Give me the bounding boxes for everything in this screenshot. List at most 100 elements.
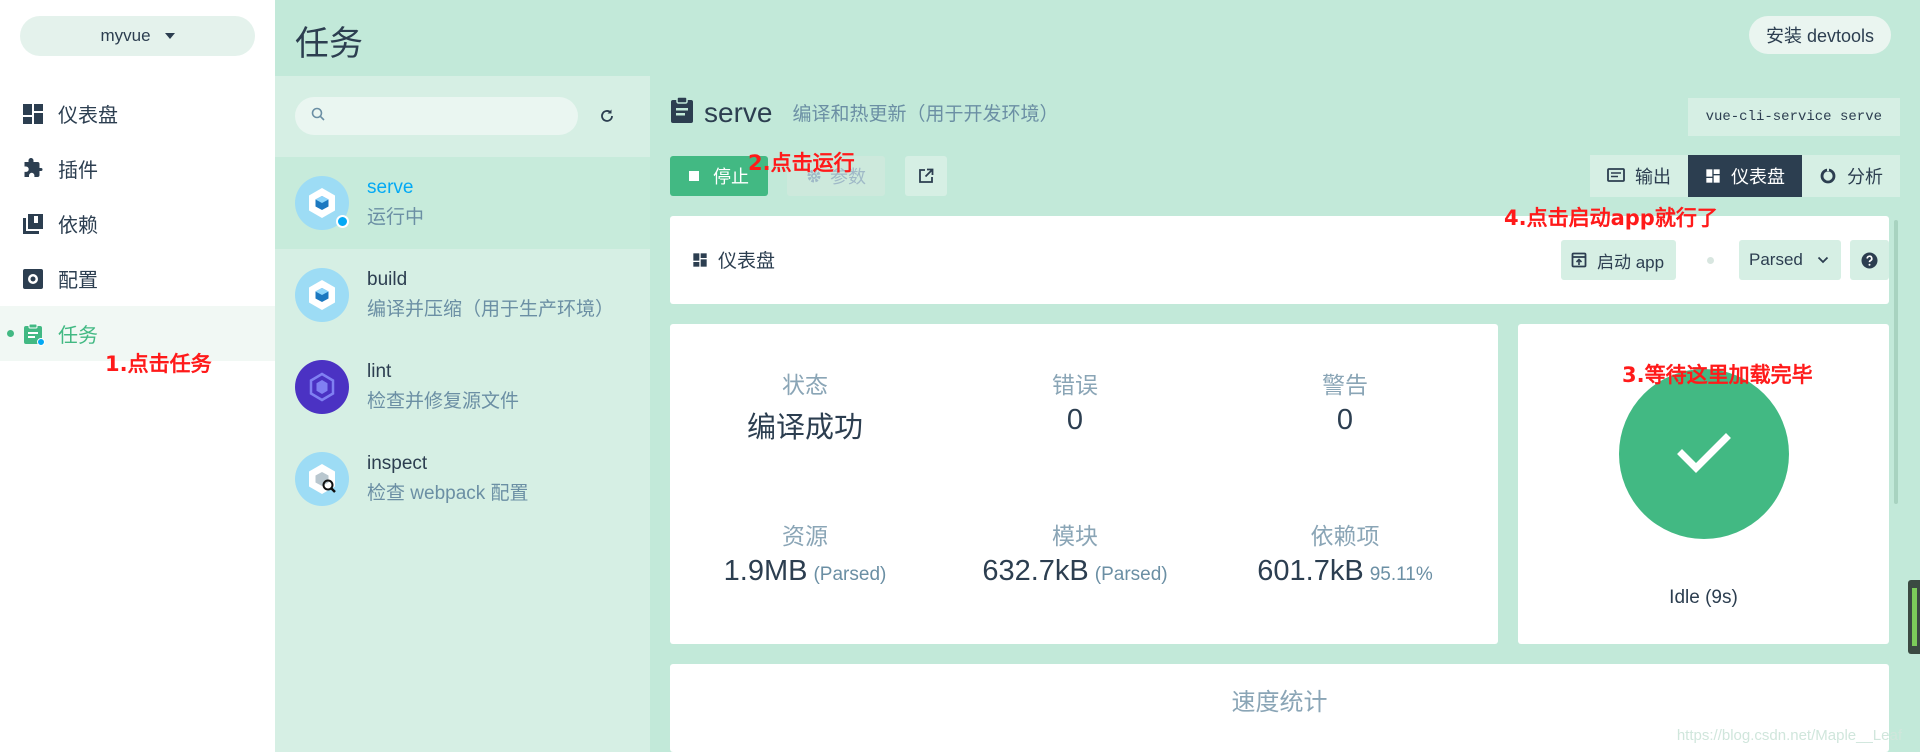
speed-stats-title: 速度统计 <box>1231 689 1328 716</box>
dashboard-icon <box>20 101 46 127</box>
open-in-browser-button[interactable] <box>905 156 947 196</box>
nav-label: 任务 <box>58 325 98 347</box>
dashboard-label-text: 仪表盘 <box>718 251 776 272</box>
task-name: serve <box>367 177 414 198</box>
task-list-panel: serve 运行中 build 编译并压缩（用于生产环境） lint 检查并修复… <box>275 76 650 752</box>
task-item-serve[interactable]: serve 运行中 <box>275 157 650 249</box>
nav-item-dashboard[interactable]: 仪表盘 <box>0 86 275 141</box>
separator-dot <box>1707 257 1714 264</box>
task-item-lint[interactable]: lint 检查并修复源文件 <box>275 341 650 433</box>
refresh-icon <box>601 109 613 122</box>
search-box[interactable] <box>295 97 578 135</box>
view-tabs: 输出 仪表盘 分析 <box>1590 155 1900 197</box>
task-subtitle: 编译和热更新（用于开发环境） <box>792 104 1059 125</box>
start-app-label: 启动 app <box>1597 252 1665 272</box>
project-name: myvue <box>100 26 151 45</box>
tab-label: 分析 <box>1847 167 1883 187</box>
scrollbar-thumb[interactable] <box>1894 220 1898 504</box>
help-icon <box>1861 252 1878 268</box>
annotation-4: 4.点击启动app就行了 <box>1504 206 1718 230</box>
clipboard-icon <box>670 96 694 129</box>
dashboard-label: 仪表盘 <box>692 246 775 273</box>
running-status-dot <box>336 215 349 228</box>
dashboard-icon <box>692 252 708 268</box>
caret-down-icon <box>164 33 175 39</box>
top-bar: 任务 安装 devtools <box>275 0 1920 76</box>
search-input[interactable] <box>333 107 563 125</box>
task-desc: 检查并修复源文件 <box>367 391 520 412</box>
task-header: serve 编译和热更新（用于开发环境） <box>670 96 1058 129</box>
tab-output[interactable]: 输出 <box>1590 155 1688 197</box>
refresh-button[interactable] <box>595 104 619 128</box>
help-button[interactable] <box>1850 240 1889 280</box>
status-text: Idle (9s) <box>1669 587 1738 608</box>
chevron-down-icon <box>1817 256 1829 264</box>
annotation-2: 2.点击运行 <box>748 151 855 175</box>
task-desc: 运行中 <box>367 207 425 228</box>
annotation-3: 3.等待这里加载完毕 <box>1622 363 1813 387</box>
library-icon <box>20 211 46 237</box>
task-name: build <box>367 269 408 290</box>
eslint-icon <box>295 360 349 414</box>
active-indicator <box>7 330 14 337</box>
stat-dependencies: 依赖项 601.7kB 95.11% <box>1210 517 1480 588</box>
stat-value: 632.7kB <box>982 555 1089 587</box>
terminal-icon <box>1607 168 1625 184</box>
stat-status: 状态 编译成功 <box>670 366 940 446</box>
stat-unit: (Parsed) <box>1094 564 1168 585</box>
stat-label: 警告 <box>1322 372 1368 398</box>
stat-modules: 模块 632.7kB (Parsed) <box>940 517 1210 588</box>
annotation-1: 1.点击任务 <box>105 352 212 376</box>
stat-label: 状态 <box>782 372 828 398</box>
task-desc: 检查 webpack 配置 <box>367 483 529 504</box>
task-item-build[interactable]: build 编译并压缩（用于生产环境） <box>275 249 650 341</box>
stat-assets: 资源 1.9MB (Parsed) <box>670 517 940 588</box>
build-stats-card: 状态 编译成功 错误 0 警告 0 资源 1.9MB (Parsed) 模块 63… <box>670 324 1498 644</box>
tab-label: 仪表盘 <box>1731 167 1785 187</box>
tab-dashboard[interactable]: 仪表盘 <box>1688 155 1802 197</box>
status-circle <box>1619 369 1789 539</box>
page-title: 任务 <box>295 25 363 63</box>
webpack-search-icon <box>295 452 349 506</box>
stat-value: 0 <box>1066 404 1084 436</box>
stat-label: 模块 <box>1052 523 1098 549</box>
webpack-icon <box>295 176 349 230</box>
nav-item-dependencies[interactable]: 依赖 <box>0 196 275 251</box>
side-meter-widget <box>1908 580 1920 654</box>
task-details: serve 编译和热更新（用于开发环境） vue-cli-service ser… <box>650 76 1920 752</box>
dashboard-icon <box>1705 168 1721 184</box>
webpack-icon <box>295 268 349 322</box>
stop-icon <box>689 171 699 181</box>
start-app-button[interactable]: 启动 app <box>1561 240 1677 280</box>
puzzle-icon <box>20 156 46 182</box>
task-title: serve <box>704 96 773 128</box>
nav-item-plugins[interactable]: 插件 <box>0 141 275 196</box>
nav-item-config[interactable]: 配置 <box>0 251 275 306</box>
stat-value: 编译成功 <box>746 412 863 444</box>
nav-label: 配置 <box>58 270 98 292</box>
external-link-icon <box>919 168 934 183</box>
donut-icon <box>1819 167 1837 185</box>
nav-label: 仪表盘 <box>58 105 118 127</box>
nav-label: 插件 <box>58 160 98 182</box>
open-app-icon <box>1571 252 1587 268</box>
stat-label: 依赖项 <box>1310 523 1380 549</box>
stat-errors: 错误 0 <box>940 366 1210 437</box>
settings-icon <box>20 266 46 292</box>
project-selector[interactable]: myvue <box>20 16 255 56</box>
size-mode-select[interactable]: Parsed <box>1739 240 1841 280</box>
tab-label: 输出 <box>1635 167 1671 187</box>
nav-label: 依赖 <box>58 215 98 237</box>
task-desc: 编译并压缩（用于生产环境） <box>367 299 615 320</box>
meter-bar <box>1912 588 1917 646</box>
stat-value: 1.9MB <box>723 555 808 587</box>
stat-warnings: 警告 0 <box>1210 366 1480 437</box>
stat-label: 资源 <box>782 523 828 549</box>
install-devtools-button[interactable]: 安装 devtools <box>1748 16 1891 54</box>
stat-unit: (Parsed) <box>813 564 887 585</box>
watermark: https://blog.csdn.net/Maple__Leaf <box>1676 727 1902 744</box>
task-name: inspect <box>367 453 428 474</box>
tab-analyze[interactable]: 分析 <box>1802 155 1900 197</box>
task-item-inspect[interactable]: inspect 检查 webpack 配置 <box>275 433 650 525</box>
command-box: vue-cli-service serve <box>1687 98 1900 136</box>
